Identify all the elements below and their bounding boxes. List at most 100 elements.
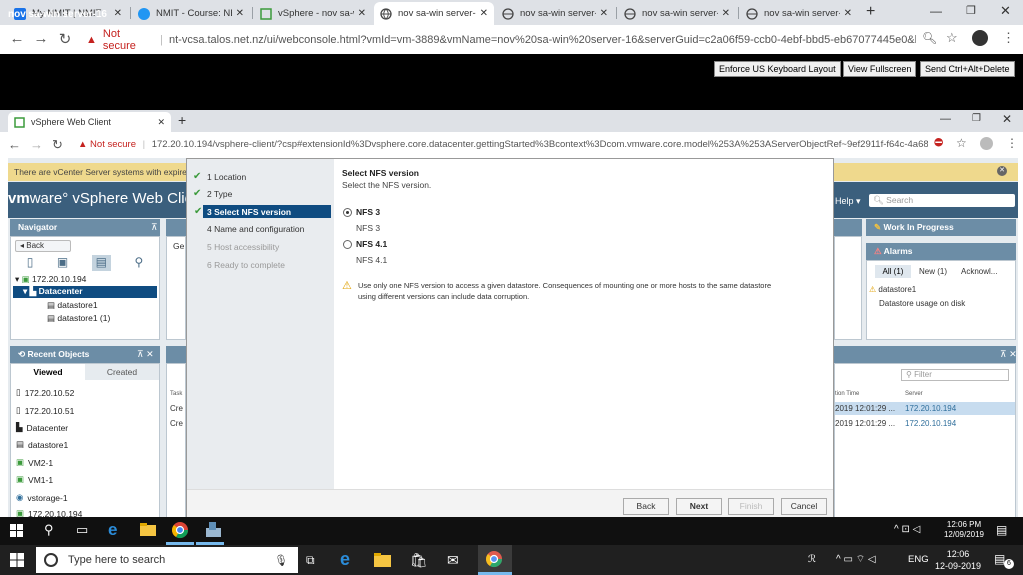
windows-start-icon[interactable] — [10, 553, 24, 567]
close-icon[interactable]: ✕ — [114, 8, 122, 19]
outer-tab-7[interactable]: nov sa-win server- ✕ — [740, 2, 858, 25]
people-icon[interactable]: ℛ — [808, 554, 816, 565]
windows-start-icon[interactable] — [10, 524, 23, 537]
close-icon[interactable]: ✕ — [722, 8, 730, 19]
close-icon[interactable]: ✕ — [480, 8, 488, 19]
back-arrow-icon[interactable]: ← — [6, 30, 28, 47]
task-row-2[interactable]: Cre — [170, 419, 183, 428]
vm-clock[interactable]: 12:06 PM 12/09/2019 — [940, 520, 988, 540]
reload-icon[interactable]: ↻ — [52, 137, 63, 153]
hosts-clusters-icon[interactable]: ▯ — [27, 255, 34, 271]
tree-datastore1[interactable]: ▤ datastore1 — [47, 300, 98, 311]
global-search-input[interactable]: 🔍︎ Search — [869, 194, 1015, 207]
task-view-icon[interactable]: ⧉ — [306, 553, 315, 568]
alarms-tab-ack[interactable]: Acknowl... — [961, 265, 997, 278]
host-clock[interactable]: 12:06 12-09-2019 — [930, 548, 986, 572]
zoom-icon[interactable]: 🔍︎ — [922, 31, 937, 45]
microphone-icon[interactable]: 🎙︎ — [274, 554, 288, 567]
outer-tab-2[interactable]: NMIT - Course: NE ✕ — [132, 2, 250, 25]
window-close-icon[interactable]: ✕ — [1000, 3, 1011, 19]
reload-icon[interactable]: ↻ — [54, 30, 76, 48]
tab-viewed[interactable]: Viewed — [11, 364, 85, 380]
step-name-configuration[interactable]: 4 Name and configuration — [207, 222, 345, 235]
close-icon[interactable]: ✕ — [157, 117, 165, 128]
close-icon[interactable]: ✕ — [358, 8, 366, 19]
enforce-keyboard-button[interactable]: Enforce US Keyboard Layout — [714, 61, 841, 77]
profile-avatar[interactable] — [980, 137, 993, 150]
send-ctrl-alt-delete-button[interactable]: Send Ctrl+Alt+Delete — [920, 61, 1015, 77]
menu-kebab-icon[interactable]: ⋮ — [1006, 136, 1018, 150]
restore-icon[interactable]: ❐ — [966, 4, 976, 17]
new-tab-button[interactable]: + — [178, 112, 186, 128]
step-type[interactable]: ✔ 2 Type — [193, 187, 331, 200]
task-server-1[interactable]: 172.20.10.194 — [905, 404, 956, 413]
alarm-item[interactable]: ⚠ datastore1 — [869, 285, 916, 294]
recent-item-host-52[interactable]: ▯ 172.20.10.52 — [16, 387, 74, 398]
task-server-2[interactable]: 172.20.10.194 — [905, 419, 956, 428]
tasks-filter-input[interactable]: ⚲ Filter — [901, 369, 1009, 381]
pin-icon[interactable]: ⊼ ✕ — [137, 349, 154, 360]
store-icon[interactable]: 🛍︎ — [410, 552, 428, 569]
mail-icon[interactable]: ✉ — [447, 552, 459, 569]
menu-kebab-icon[interactable]: ⋮ — [1002, 30, 1015, 46]
pin-icon[interactable]: ⊼ ✕ — [1000, 349, 1017, 360]
next-button[interactable]: Next — [676, 498, 722, 515]
forward-arrow-icon[interactable]: → — [30, 137, 43, 152]
step-location[interactable]: ✔ 1 Location — [193, 170, 331, 183]
navigator-back-button[interactable]: ◂ Back — [15, 240, 71, 252]
outer-tab-3[interactable]: vSphere - nov sa-w ✕ — [254, 2, 372, 25]
minimize-icon[interactable]: — — [930, 4, 942, 18]
task-row-1[interactable]: Cre — [170, 404, 183, 413]
edge-icon[interactable]: e — [340, 549, 350, 570]
close-icon[interactable]: ✕ — [600, 8, 608, 19]
profile-avatar[interactable] — [972, 30, 988, 46]
pin-icon[interactable]: ⊼ — [151, 222, 158, 233]
language-indicator[interactable]: ENG — [908, 554, 929, 565]
host-search-box[interactable]: Type here to search 🎙︎ — [36, 547, 298, 573]
tree-vcenter[interactable]: ▾ ▣ 172.20.10.194 — [15, 274, 86, 285]
alarms-tab-new[interactable]: New (1) — [919, 265, 947, 278]
back-arrow-icon[interactable]: ← — [8, 137, 21, 152]
recent-item-host-51[interactable]: ▯ 172.20.10.51 — [16, 405, 74, 416]
forward-arrow-icon[interactable]: → — [30, 30, 52, 47]
banner-close-icon[interactable]: ✕ — [997, 166, 1007, 176]
view-fullscreen-button[interactable]: View Fullscreen — [843, 61, 917, 77]
chrome-icon[interactable] — [171, 521, 189, 539]
storage-icon[interactable]: ▤ — [91, 255, 111, 271]
bookmark-star-icon[interactable]: ☆ — [946, 30, 958, 46]
recent-item-vm2[interactable]: ▣ VM2-1 — [16, 457, 53, 468]
step-select-nfs-version[interactable]: 3 Select NFS version — [203, 205, 331, 218]
getting-started-tab[interactable]: Ge — [173, 241, 184, 251]
back-button[interactable]: Back — [623, 498, 669, 515]
recent-item-datastore[interactable]: ▤ datastore1 — [16, 439, 68, 450]
outer-url-field[interactable]: ▲ Not secure | nt-vcsa.talos.net.nz/ui/w… — [86, 28, 916, 52]
bookmark-star-icon[interactable]: ☆ — [956, 136, 967, 150]
vms-templates-icon[interactable]: ▣ — [57, 255, 68, 271]
tree-datacenter-selected[interactable]: ▾ ▙ Datacenter — [13, 286, 157, 298]
action-center-icon[interactable]: ▤ — [996, 523, 1007, 537]
tray-icons[interactable]: ^ ⊡ ◁ — [894, 524, 920, 535]
help-menu[interactable]: Help ▾ — [835, 196, 861, 207]
nfs3-radio[interactable] — [343, 208, 352, 217]
cancel-button[interactable]: Cancel — [781, 498, 827, 515]
nfs41-radio[interactable] — [343, 240, 352, 249]
file-explorer-icon[interactable] — [374, 553, 391, 567]
recent-item-datacenter[interactable]: ▙ Datacenter — [16, 422, 68, 433]
outer-tab-6[interactable]: nov sa-win server- ✕ — [618, 2, 736, 25]
minimize-icon[interactable]: — — [940, 113, 951, 125]
inner-url-field[interactable]: ▲ Not secure | 172.20.10.194/vsphere-cli… — [78, 139, 928, 150]
recent-item-vstorage[interactable]: ◉ vstorage-1 — [16, 492, 68, 503]
outer-tab-4-active[interactable]: nov sa-win server- ✕ — [374, 2, 494, 25]
nfs41-label[interactable]: NFS 4.1 — [356, 239, 387, 249]
close-icon[interactable]: ✕ — [236, 8, 244, 19]
outer-tab-5[interactable]: nov sa-win server- ✕ — [496, 2, 614, 25]
nfs3-label[interactable]: NFS 3 — [356, 207, 380, 217]
new-tab-button[interactable]: + — [866, 3, 875, 21]
tree-datastore1-1[interactable]: ▤ datastore1 (1) — [47, 313, 110, 324]
alarms-tab-all[interactable]: All (1) — [875, 265, 911, 278]
restore-icon[interactable]: ❐ — [972, 113, 981, 124]
file-explorer-icon[interactable] — [140, 523, 156, 536]
blocked-icon[interactable]: ⛔︎ — [934, 137, 943, 150]
recent-item-vm1[interactable]: ▣ VM1-1 — [16, 474, 53, 485]
edge-icon[interactable]: e — [108, 520, 117, 540]
